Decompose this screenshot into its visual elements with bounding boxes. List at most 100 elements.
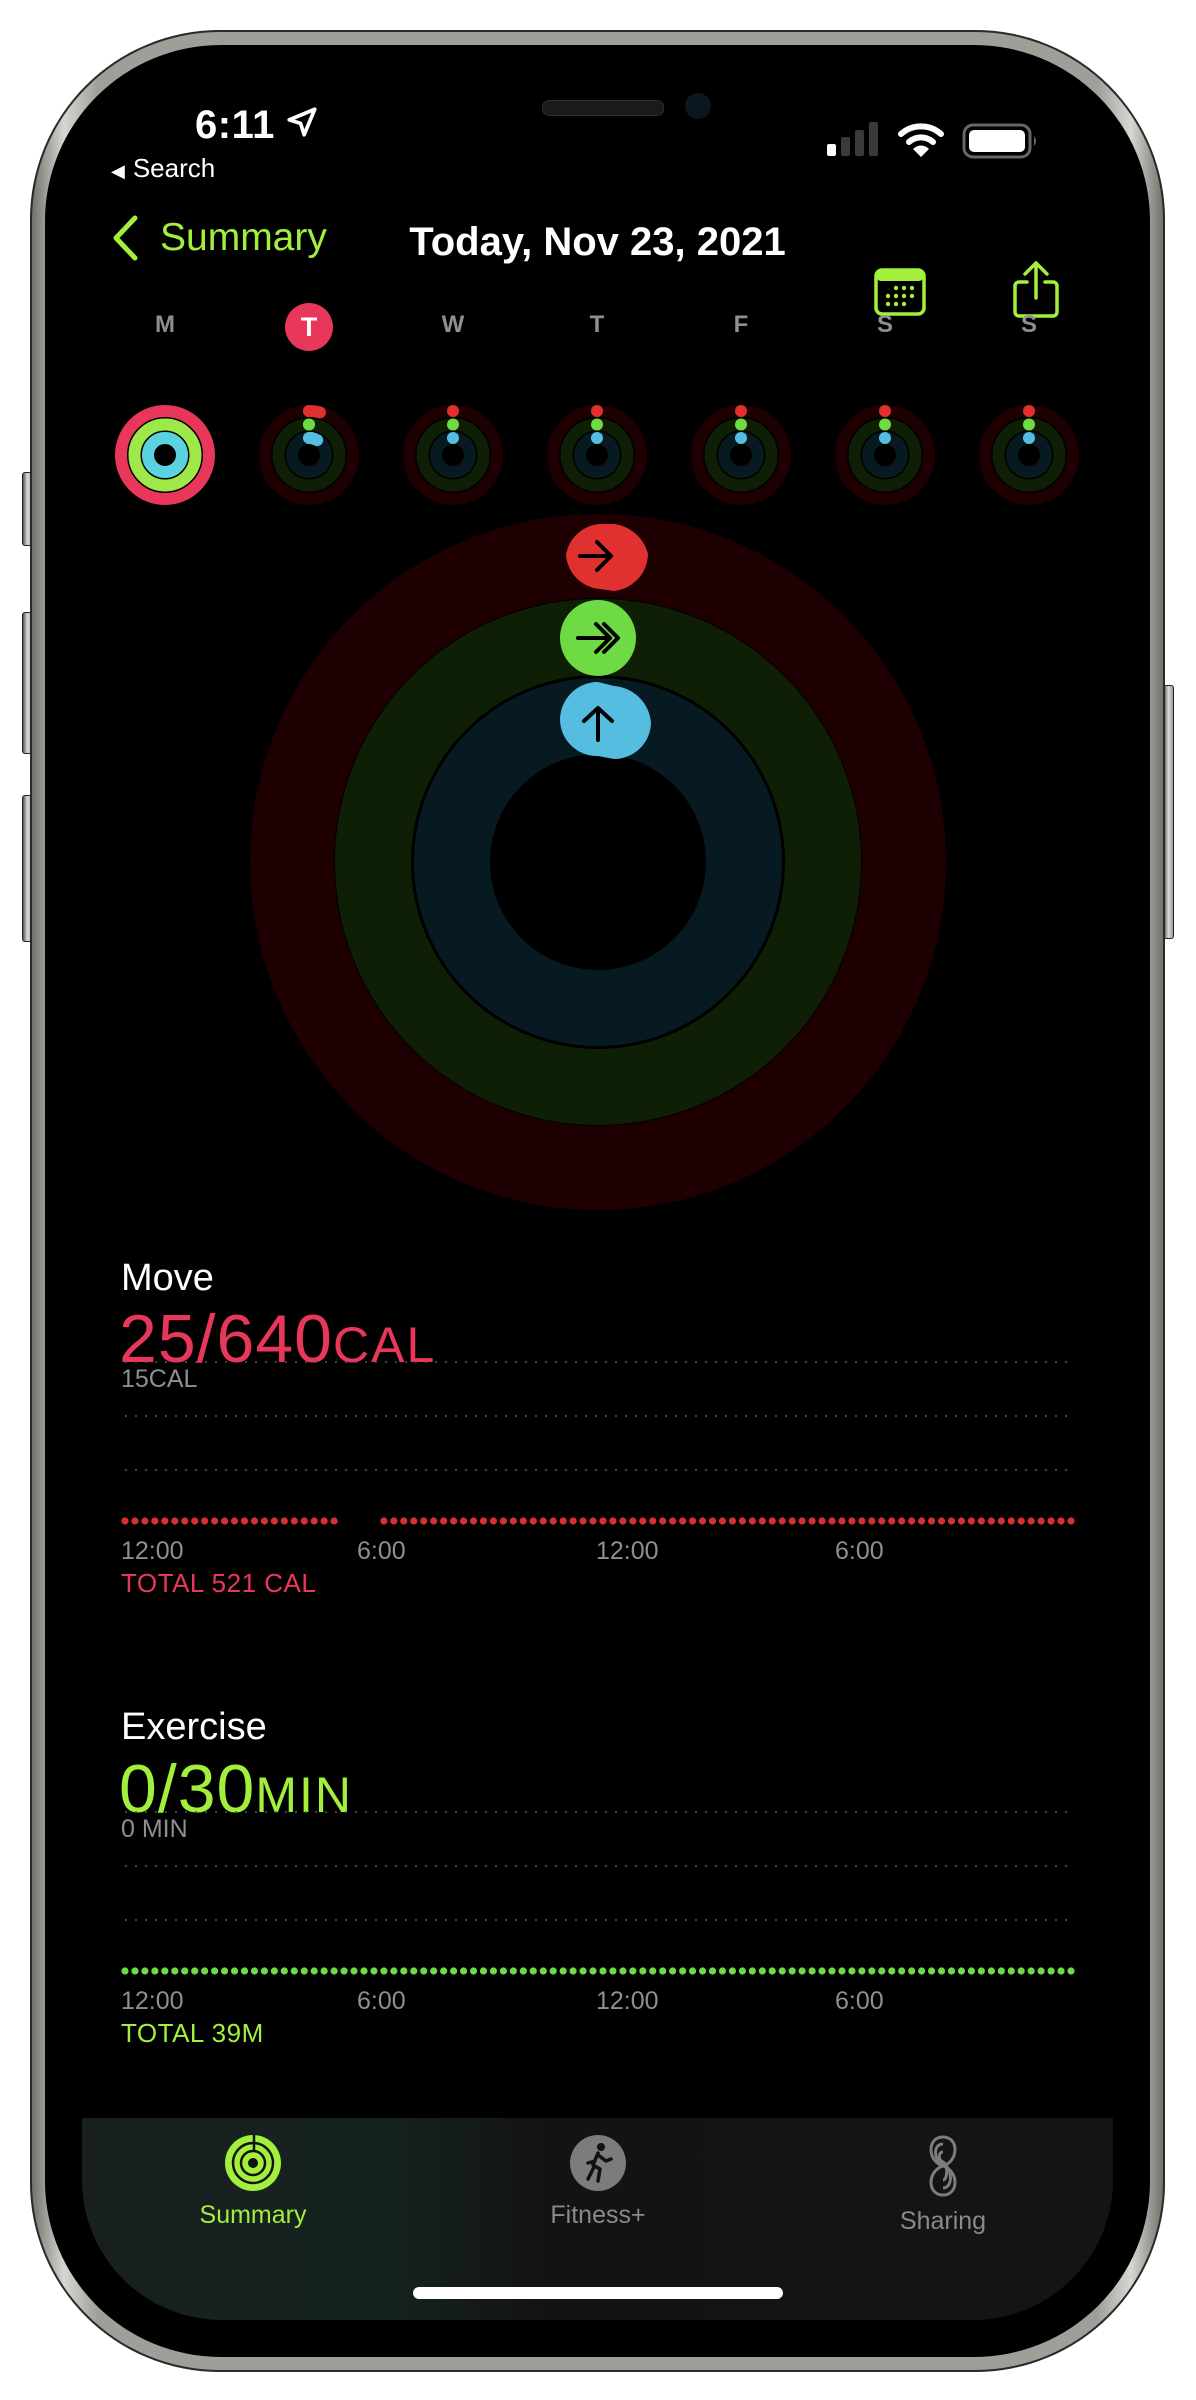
activity-rings-icon — [225, 2135, 281, 2191]
chart-dot — [280, 1517, 288, 1525]
chart-dot — [260, 1517, 269, 1525]
chart-dot — [858, 1517, 866, 1525]
chart-dot — [181, 1967, 189, 1975]
chart-x-tick: 6:00 — [835, 1987, 884, 2015]
exercise-total: TOTAL 39M — [121, 2018, 264, 2048]
earpiece-speaker — [542, 100, 664, 116]
day-move-ring-cap — [447, 405, 459, 417]
chart-dot — [1017, 1517, 1025, 1525]
chart-dot — [240, 1967, 249, 1975]
chart-dot — [908, 1517, 916, 1525]
move-total: TOTAL 521 CAL — [121, 1568, 317, 1598]
chart-dot — [698, 1517, 707, 1525]
chart-dot — [808, 1517, 816, 1525]
chart-dot — [489, 1967, 498, 1975]
chart-dot — [838, 1967, 846, 1975]
chart-dot — [669, 1517, 677, 1525]
chart-dot — [440, 1967, 448, 1975]
day-rings[interactable] — [689, 403, 793, 507]
cellular-signal-icon — [827, 122, 878, 156]
day-badge-selected[interactable]: T — [285, 303, 333, 351]
chart-dot — [778, 1517, 786, 1525]
chart-dot — [997, 1967, 1005, 1975]
chart-dot — [519, 1967, 527, 1975]
day-rings[interactable] — [977, 403, 1081, 507]
chart-dot — [659, 1967, 667, 1975]
day-letter: T — [589, 311, 605, 338]
chart-dot — [619, 1517, 627, 1525]
chart-dot — [479, 1967, 488, 1975]
day-stand-ring-cap — [1023, 432, 1035, 444]
chart-dot — [1047, 1517, 1055, 1525]
chart-dot — [868, 1517, 876, 1525]
chart-dot — [539, 1517, 547, 1525]
chart-dot — [390, 1967, 398, 1975]
chart-dot — [599, 1517, 607, 1525]
chart-dot — [380, 1967, 388, 1975]
chart-dot — [201, 1517, 209, 1525]
chart-dot — [340, 1967, 348, 1975]
chart-dot — [230, 1517, 239, 1525]
chart-dot — [569, 1967, 577, 1975]
chart-dot — [788, 1517, 796, 1525]
chart-dot — [131, 1967, 139, 1975]
chart-dot — [1007, 1517, 1015, 1525]
day-rings[interactable] — [401, 403, 505, 507]
chart-dot — [1057, 1517, 1065, 1525]
chart-dot — [320, 1517, 328, 1525]
chart-dot — [599, 1967, 607, 1975]
chart-dot — [400, 1967, 408, 1975]
chart-dot — [430, 1967, 438, 1975]
chart-dot — [529, 1517, 537, 1525]
chart-dot — [579, 1967, 587, 1975]
chart-dot — [380, 1517, 388, 1525]
chart-dot — [689, 1967, 697, 1975]
day-rings[interactable] — [833, 403, 937, 507]
chart-dot — [609, 1967, 617, 1975]
chart-dot — [171, 1517, 179, 1525]
day-stand-ring-cap — [447, 432, 459, 444]
chart-dot — [888, 1967, 896, 1975]
chart-dot — [1057, 1967, 1065, 1975]
chart-x-tick: 6:00 — [357, 1987, 406, 2015]
chart-dot — [300, 1967, 308, 1975]
chart-dot — [1067, 1967, 1075, 1975]
stand-ring-track — [414, 678, 782, 1046]
chart-dot — [459, 1517, 468, 1525]
day-exercise-ring-cap — [591, 418, 603, 431]
chart-dot — [768, 1967, 776, 1975]
chart-dot — [927, 1967, 936, 1975]
day-move-ring-cap — [735, 405, 747, 417]
chart-dot — [1037, 1517, 1045, 1525]
chart-dot — [191, 1517, 199, 1525]
chart-dot — [728, 1517, 737, 1525]
tab-summary-label: Summary — [199, 2201, 307, 2229]
chart-dot — [191, 1967, 199, 1975]
chart-dot — [559, 1967, 567, 1975]
day-exercise-cap — [303, 418, 315, 431]
chart-dot — [878, 1517, 886, 1525]
day-rings[interactable] — [113, 403, 217, 507]
tab-summary[interactable]: Summary — [153, 2133, 353, 2230]
chart-dot — [469, 1967, 478, 1975]
chart-dot — [509, 1967, 517, 1975]
back-to-app-link[interactable]: ◀ Search — [111, 153, 215, 184]
day-rings[interactable] — [257, 403, 361, 507]
chart-dot — [977, 1967, 985, 1975]
chart-dot — [300, 1517, 308, 1525]
chart-dot — [629, 1967, 637, 1975]
chart-dot — [489, 1517, 498, 1525]
chart-dot — [679, 1517, 687, 1525]
tab-sharing[interactable]: Sharing — [843, 2133, 1043, 2236]
chart-dot — [738, 1967, 746, 1975]
chart-dot — [390, 1517, 398, 1525]
exercise-max-label: 0 MIN — [121, 1815, 188, 1843]
chart-dot — [440, 1517, 448, 1525]
day-rings[interactable] — [545, 403, 649, 507]
tab-fitness-plus[interactable]: Fitness+ — [498, 2133, 698, 2230]
chart-dot — [838, 1517, 846, 1525]
home-indicator[interactable] — [413, 2287, 783, 2299]
calendar-icon[interactable] — [874, 268, 926, 316]
chart-dot — [957, 1517, 966, 1525]
chart-dot — [181, 1517, 189, 1525]
